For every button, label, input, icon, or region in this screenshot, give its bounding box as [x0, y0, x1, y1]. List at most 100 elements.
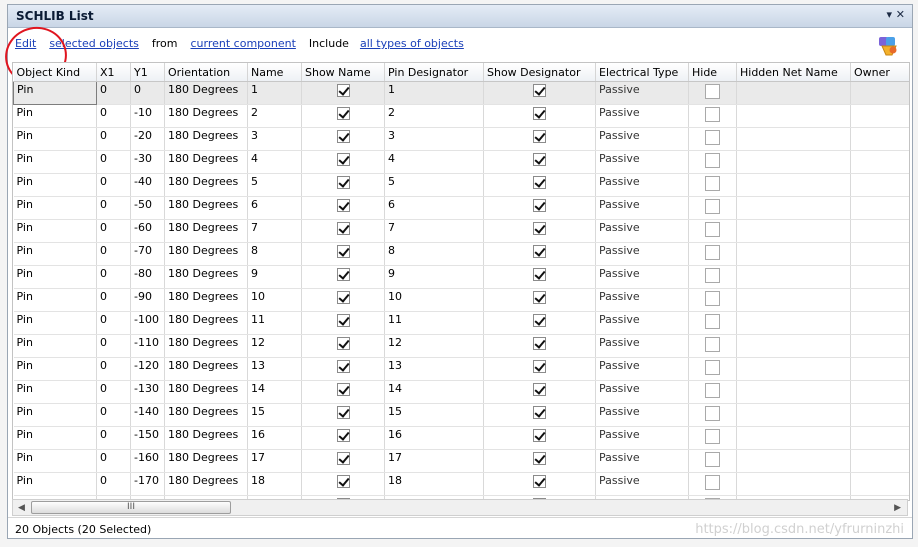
scroll-left-icon[interactable]: ◀: [18, 503, 25, 513]
name-cell[interactable]: 3: [247, 127, 302, 151]
object-kind-cell[interactable]: Pin: [13, 311, 97, 335]
x1-cell[interactable]: 0: [96, 104, 131, 128]
show-name-checkbox[interactable]: [336, 406, 350, 419]
show-designator-checkbox[interactable]: [533, 222, 546, 235]
x1-cell[interactable]: 0: [96, 288, 131, 312]
owner-cell[interactable]: [850, 403, 909, 427]
orientation-cell[interactable]: 180 Degrees: [164, 334, 248, 358]
y1-cell[interactable]: -40: [130, 173, 165, 197]
y1-cell[interactable]: -100: [130, 311, 165, 335]
x1-cell[interactable]: 0: [96, 265, 131, 289]
show-name-checkbox[interactable]: [336, 383, 350, 396]
panel-menu-dropdown-icon[interactable]: ▾: [886, 8, 892, 21]
show-designator-checkbox[interactable]: [533, 406, 546, 419]
show-designator-checkbox[interactable]: [533, 268, 546, 281]
electrical-type-cell[interactable]: Passive: [595, 426, 689, 450]
orientation-cell[interactable]: 180 Degrees: [164, 357, 248, 381]
hide-checkbox[interactable]: [705, 314, 720, 329]
name-cell[interactable]: 8: [247, 242, 302, 266]
show-designator-checkbox[interactable]: [533, 475, 546, 488]
hide-checkbox[interactable]: [705, 107, 720, 122]
hide-checkbox[interactable]: [705, 475, 720, 490]
pin-designator-cell[interactable]: 3: [384, 127, 484, 151]
electrical-type-cell[interactable]: Passive: [595, 104, 689, 128]
pin-designator-cell[interactable]: 7: [384, 219, 484, 243]
electrical-type-cell[interactable]: Passive: [595, 196, 689, 220]
x1-cell[interactable]: 0: [96, 403, 131, 427]
x1-cell[interactable]: 0: [96, 472, 131, 496]
x1-cell[interactable]: 0: [96, 196, 131, 220]
col-hidden-net-name[interactable]: Hidden Net Name: [736, 63, 851, 82]
object-kind-cell[interactable]: Pin: [13, 81, 97, 105]
name-cell[interactable]: 7: [247, 219, 302, 243]
pin-designator-cell[interactable]: 8: [384, 242, 484, 266]
name-cell[interactable]: 13: [247, 357, 302, 381]
name-cell[interactable]: 18: [247, 472, 302, 496]
table-row[interactable]: Pin 0 -130 180 Degrees 14 14 Passive: [13, 380, 909, 404]
hide-checkbox[interactable]: [705, 153, 720, 168]
owner-cell[interactable]: [850, 104, 909, 128]
orientation-cell[interactable]: 180 Degrees: [164, 472, 248, 496]
y1-cell[interactable]: -140: [130, 403, 165, 427]
hidden-net-name-cell[interactable]: [736, 242, 851, 266]
owner-cell[interactable]: [850, 265, 909, 289]
horizontal-scrollbar[interactable]: ◀ III ▶: [12, 499, 908, 516]
show-designator-checkbox[interactable]: [533, 107, 546, 120]
name-cell[interactable]: 4: [247, 150, 302, 174]
orientation-cell[interactable]: 180 Degrees: [164, 449, 248, 473]
object-kind-cell[interactable]: Pin: [13, 380, 97, 404]
y1-cell[interactable]: -70: [130, 242, 165, 266]
owner-cell[interactable]: [850, 357, 909, 381]
name-cell[interactable]: 6: [247, 196, 302, 220]
owner-cell[interactable]: [850, 81, 909, 105]
y1-cell[interactable]: -170: [130, 472, 165, 496]
show-name-checkbox[interactable]: [336, 107, 350, 120]
object-kind-cell[interactable]: Pin: [13, 265, 97, 289]
orientation-cell[interactable]: 180 Degrees: [164, 311, 248, 335]
name-cell[interactable]: 17: [247, 449, 302, 473]
name-cell[interactable]: 16: [247, 426, 302, 450]
show-designator-checkbox[interactable]: [533, 337, 546, 350]
y1-cell[interactable]: -160: [130, 449, 165, 473]
y1-cell[interactable]: -130: [130, 380, 165, 404]
show-name-checkbox[interactable]: [336, 360, 350, 373]
hidden-net-name-cell[interactable]: [736, 150, 851, 174]
owner-cell[interactable]: [850, 173, 909, 197]
show-designator-checkbox[interactable]: [533, 360, 546, 373]
show-designator-checkbox[interactable]: [533, 314, 546, 327]
y1-cell[interactable]: -30: [130, 150, 165, 174]
hidden-net-name-cell[interactable]: [736, 219, 851, 243]
show-designator-checkbox[interactable]: [533, 245, 546, 258]
hidden-net-name-cell[interactable]: [736, 81, 851, 105]
y1-cell[interactable]: -150: [130, 426, 165, 450]
col-show-designator[interactable]: Show Designator: [483, 63, 596, 82]
electrical-type-cell[interactable]: Passive: [595, 173, 689, 197]
object-kind-cell[interactable]: Pin: [13, 334, 97, 358]
y1-cell[interactable]: -10: [130, 104, 165, 128]
pin-designator-cell[interactable]: 11: [384, 311, 484, 335]
pin-designator-cell[interactable]: 5: [384, 173, 484, 197]
show-name-checkbox[interactable]: [336, 153, 350, 166]
electrical-type-cell[interactable]: Passive: [595, 150, 689, 174]
x1-cell[interactable]: 0: [96, 150, 131, 174]
hide-checkbox[interactable]: [705, 291, 720, 306]
x1-cell[interactable]: 0: [96, 127, 131, 151]
show-name-checkbox[interactable]: [336, 314, 350, 327]
show-name-checkbox[interactable]: [336, 337, 350, 350]
hidden-net-name-cell[interactable]: [736, 196, 851, 220]
owner-cell[interactable]: [850, 219, 909, 243]
show-designator-checkbox[interactable]: [533, 130, 546, 143]
electrical-type-cell[interactable]: Passive: [595, 288, 689, 312]
x1-cell[interactable]: 0: [96, 449, 131, 473]
show-name-checkbox[interactable]: [336, 84, 350, 97]
name-cell[interactable]: 11: [247, 311, 302, 335]
owner-cell[interactable]: [850, 288, 909, 312]
show-designator-checkbox[interactable]: [533, 176, 546, 189]
show-name-checkbox[interactable]: [336, 176, 350, 189]
y1-cell[interactable]: -110: [130, 334, 165, 358]
col-orientation[interactable]: Orientation: [164, 63, 248, 82]
show-designator-checkbox[interactable]: [533, 383, 546, 396]
object-kind-cell[interactable]: Pin: [13, 104, 97, 128]
scroll-thumb[interactable]: III: [31, 501, 231, 514]
show-name-checkbox[interactable]: [336, 222, 350, 235]
